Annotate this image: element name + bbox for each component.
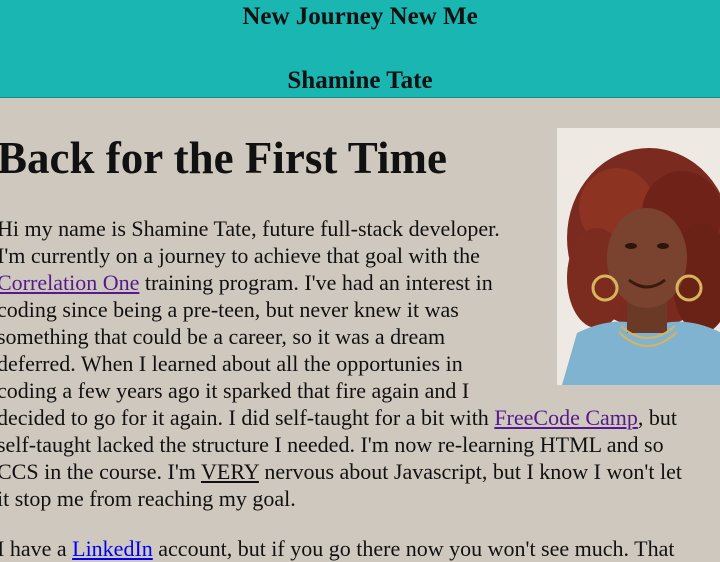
intro-text: training program. I've had an interest i… [139, 270, 493, 295]
intro-line: decided to go for it again. I did self-t… [0, 404, 720, 431]
intro-line: I'm currently on a journey to achieve th… [0, 243, 480, 268]
intro-line: something that could be a career, so it … [0, 324, 446, 349]
intro-line: deferred. When I learned about all the o… [0, 351, 463, 376]
intro-text: decided to go for it again. I did self-t… [0, 405, 495, 430]
freecodecamp-link[interactable]: FreeCode Camp [494, 405, 638, 430]
intro-line: Hi my name is Shamine Tate, future full-… [0, 216, 500, 241]
intro-line: it stop me from reaching my goal. [0, 486, 296, 511]
correlation-one-link[interactable]: Correlation One [0, 270, 139, 295]
intro-paragraph: Hi my name is Shamine Tate, future full-… [0, 215, 720, 512]
intro-line: coding since being a pre-teen, but never… [0, 297, 459, 322]
intro-line: Correlation One training program. I've h… [0, 269, 720, 296]
site-header: New Journey New Me Shamine Tate [0, 0, 720, 98]
page-title: Back for the First Time [0, 133, 447, 183]
intro-line: self-taught lacked the structure I neede… [0, 432, 664, 457]
site-author: Shamine Tate [287, 67, 433, 94]
site-title: New Journey New Me [242, 3, 478, 30]
intro-line: coding a few years ago it sparked that f… [0, 378, 470, 403]
intro-line: CCS in the course. I'm VERY nervous abou… [0, 458, 720, 485]
intro-text: CCS in the course. I'm [0, 459, 201, 484]
intro-text: , but [637, 405, 678, 430]
intro-text: nervous about Javascript, but I know I w… [258, 459, 682, 484]
emphasis-word: VERY [201, 459, 259, 484]
